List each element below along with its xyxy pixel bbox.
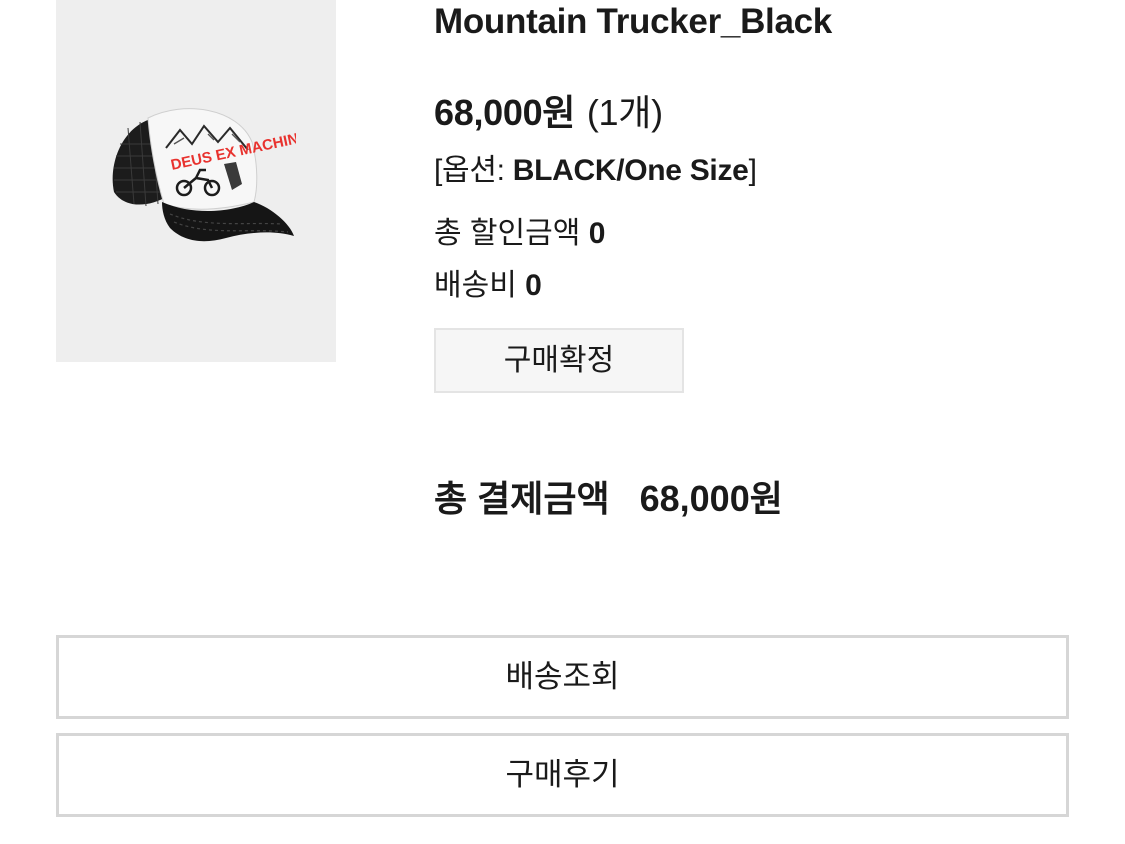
discount-line: 총 할인금액 0 xyxy=(434,208,605,252)
product-quantity: (1개) xyxy=(586,92,663,133)
price-line: 68,000원 (1개) xyxy=(434,84,663,136)
product-image[interactable]: DEUS EX MACHINA xyxy=(56,0,336,362)
shipping-line: 배송비 0 xyxy=(434,260,542,304)
discount-value: 0 xyxy=(588,217,606,250)
option-label: [옵션: xyxy=(434,154,505,187)
total-label: 총 결제금액 xyxy=(434,478,610,519)
option-line: [옵션: BLACK/One Size] xyxy=(434,145,757,189)
track-delivery-button[interactable]: 배송조회 xyxy=(56,635,1069,719)
total-payment-line: 총 결제금액 68,000원 xyxy=(434,470,783,522)
discount-label: 총 할인금액 xyxy=(434,217,581,250)
option-close: ] xyxy=(748,154,757,187)
total-amount: 68,000원 xyxy=(639,478,783,519)
product-name[interactable]: Mountain Trucker_Black xyxy=(434,2,832,42)
confirm-purchase-button[interactable]: 구매확정 xyxy=(434,328,684,393)
product-price: 68,000원 xyxy=(434,92,576,133)
write-review-button[interactable]: 구매후기 xyxy=(56,733,1069,817)
shipping-label: 배송비 xyxy=(434,269,517,302)
option-value: BLACK/One Size xyxy=(512,154,749,187)
trucker-cap-image: DEUS EX MACHINA xyxy=(112,108,296,242)
shipping-value: 0 xyxy=(525,269,542,302)
